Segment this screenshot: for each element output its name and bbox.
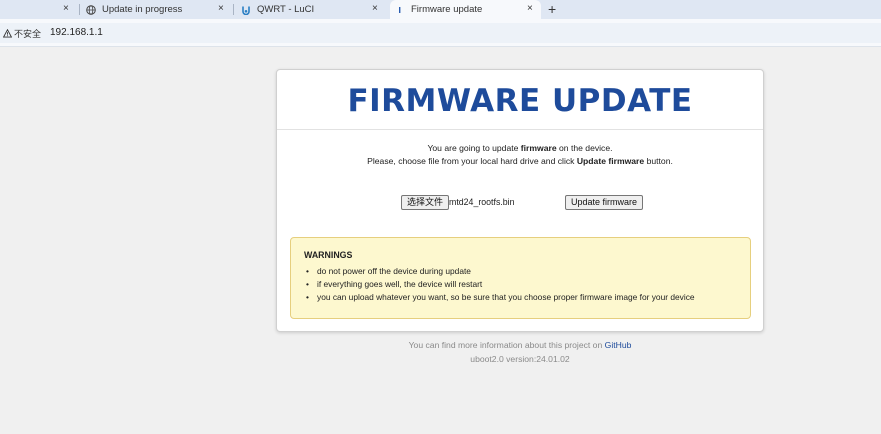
intro-text-part: Please, choose file from your local hard… (367, 156, 577, 166)
warnings-box: WARNINGS do not power off the device dur… (290, 237, 751, 319)
close-tab-icon[interactable]: × (218, 3, 224, 14)
choose-file-button[interactable]: 选择文件 (401, 195, 450, 210)
intro-line-2: Please, choose file from your local hard… (277, 155, 763, 168)
intro-text-part: button. (644, 156, 673, 166)
security-indicator[interactable]: 不安全 (3, 27, 41, 40)
tab-separator (79, 4, 80, 15)
firmware-update-card: FIRMWARE UPDATE You are going to update … (276, 69, 764, 332)
version-text: uboot2.0 version:24.01.02 (470, 353, 570, 364)
omnibox[interactable] (0, 23, 881, 43)
tab-label: Firmware update (411, 4, 483, 15)
globe-icon (86, 4, 96, 15)
tab-qwrt-luci[interactable]: QWRT - LuCI × (241, 0, 387, 19)
tab-strip: × Update in progress × QWRT - LuCI × Fir… (0, 0, 881, 19)
close-tab-icon[interactable]: × (527, 3, 533, 14)
tab-update-in-progress[interactable]: Update in progress × (86, 0, 232, 19)
address-bar: 不安全 192.168.1.1 (0, 19, 881, 47)
page-footer: You can find more information about this… (276, 339, 764, 366)
tab-firmware-update[interactable]: Firmware update × (390, 0, 541, 19)
intro-bold-part: Update firmware (576, 156, 645, 166)
upload-form: 选择文件 mtd24_rootfs.bin Update firmware (277, 195, 763, 213)
warnings-title: WARNINGS (304, 250, 353, 260)
intro-text-part: You are going to update (427, 143, 521, 153)
intro-text: You are going to update firmware on the … (277, 142, 763, 168)
card-header: FIRMWARE UPDATE (277, 70, 763, 130)
security-label: 不安全 (14, 29, 42, 39)
tab-blank[interactable]: × (0, 0, 78, 19)
list-item: if everything goes well, the device will… (304, 278, 737, 291)
page-title: FIRMWARE UPDATE (347, 83, 693, 119)
intro-bold-part: firmware (520, 143, 557, 153)
list-item: you can upload whatever you want, so be … (304, 291, 737, 304)
github-link[interactable]: GitHub (605, 340, 632, 350)
warnings-list: do not power off the device during updat… (304, 265, 737, 305)
tab-label: QWRT - LuCI (257, 4, 315, 15)
list-item: do not power off the device during updat… (304, 265, 737, 278)
close-tab-icon[interactable]: × (63, 3, 69, 14)
tab-label: Update in progress (102, 4, 183, 15)
url-text[interactable]: 192.168.1.1 (50, 27, 103, 38)
selected-filename: mtd24_rootfs.bin (449, 197, 515, 207)
luci-logo-icon (241, 5, 251, 15)
intro-line-1: You are going to update firmware on the … (277, 142, 763, 155)
page-icon (395, 5, 405, 15)
footer-info-line: You can find more information about this… (276, 339, 764, 353)
warning-icon (3, 29, 12, 38)
new-tab-button[interactable]: + (548, 1, 556, 17)
intro-text-part: on the device. (556, 143, 613, 153)
close-tab-icon[interactable]: × (372, 3, 378, 14)
update-firmware-button[interactable]: Update firmware (565, 195, 644, 210)
tab-separator (233, 4, 234, 15)
footer-text: You can find more information about this… (408, 340, 605, 350)
